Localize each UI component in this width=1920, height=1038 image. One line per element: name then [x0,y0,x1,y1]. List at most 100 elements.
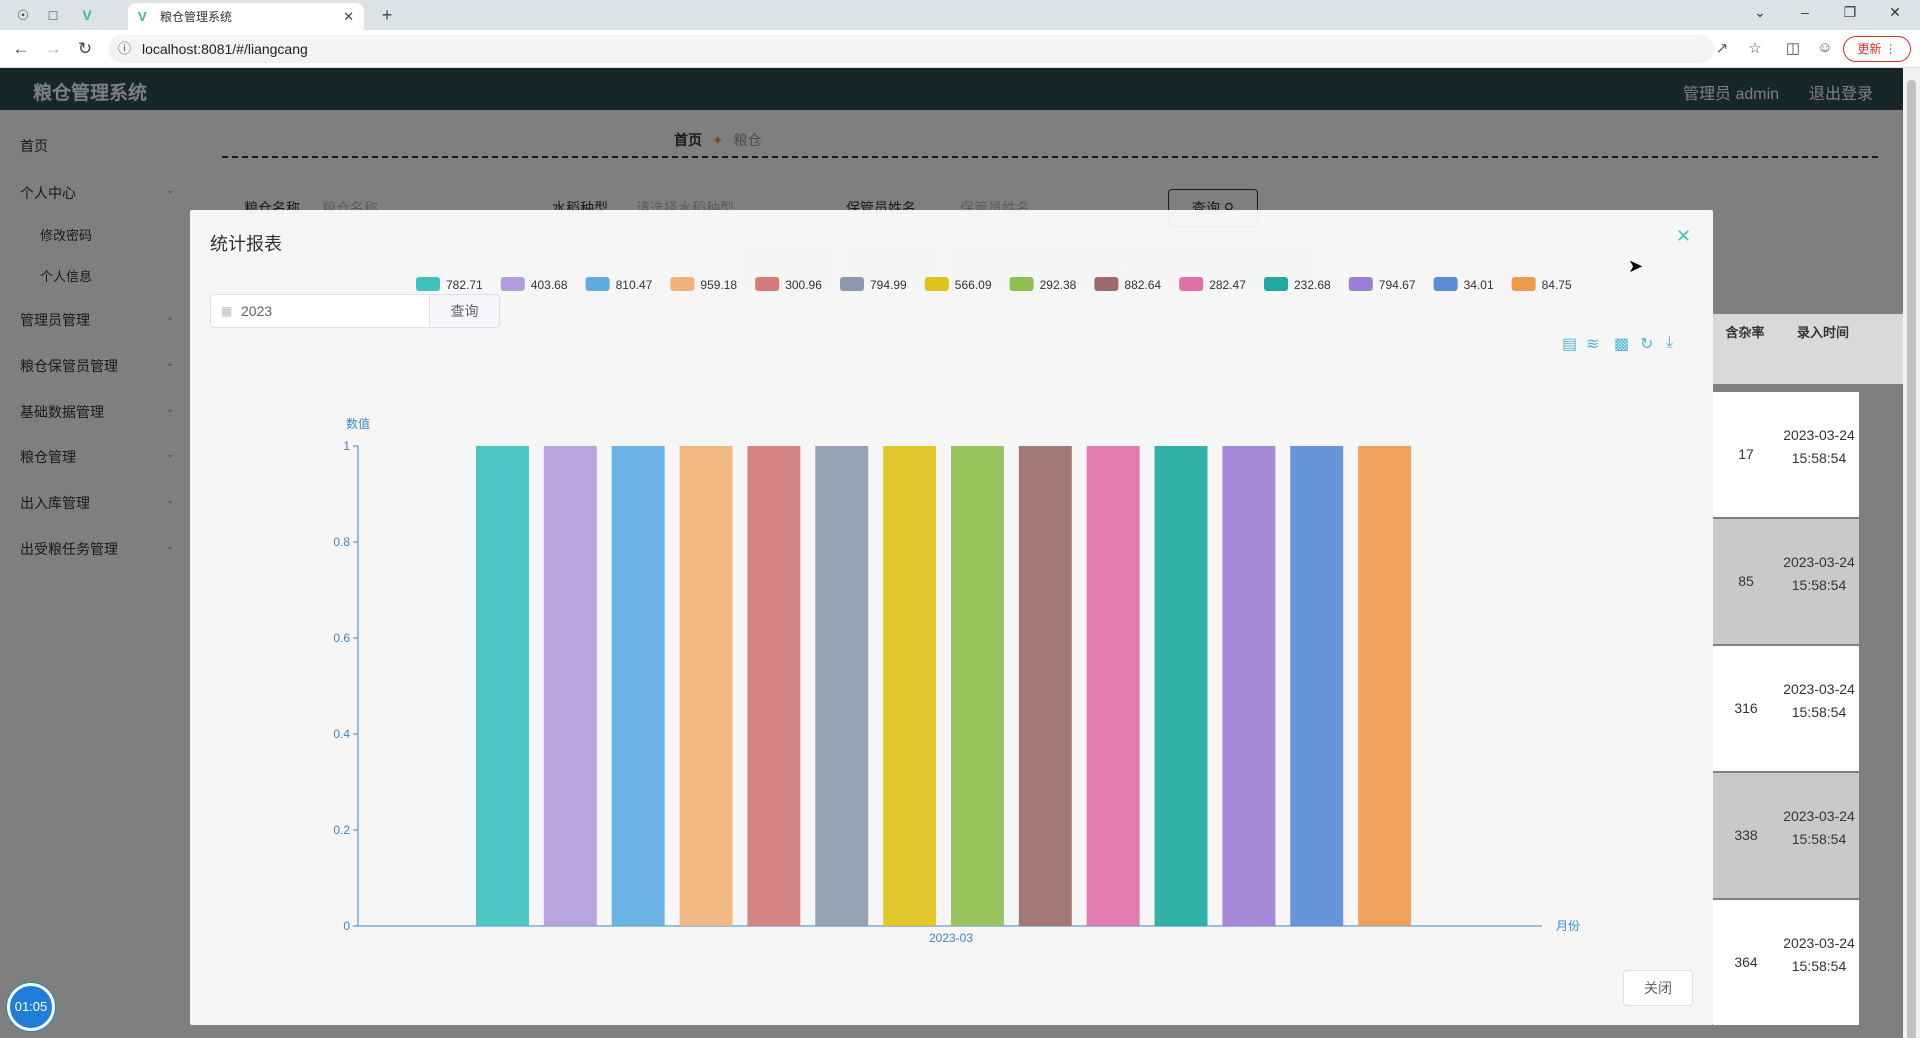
legend-swatch [1348,277,1373,291]
legend-label: 232.68 [1294,278,1331,292]
legend-swatch [1433,277,1458,291]
bookmark-star-icon[interactable]: ☆ [1745,39,1765,57]
tab-title: 粮仓管理系统 [160,10,233,24]
bar [679,446,733,926]
bar [1154,446,1208,926]
dialog-close-icon[interactable]: ✕ [1676,226,1691,247]
y-tick-label: 0.6 [333,631,350,645]
new-tab-icon[interactable]: + [378,6,396,24]
bar [476,446,529,926]
profile-icon[interactable]: ☺ [1815,39,1835,56]
update-label: 更新 [1857,42,1882,56]
stats-dialog: 统计报表 ✕ ▦ 2023 查询 ▤ ≋ ▩ ↻ ⤓ 782.71 403.68 8… [190,210,1713,1025]
legend-label: 282.47 [1209,278,1246,292]
browser-update-button[interactable]: 更新 ⋮ [1843,36,1911,62]
y-axis-label: 数值 [346,416,370,431]
y-tick-label: 1 [343,439,350,453]
back-icon[interactable]: ← [10,39,32,59]
page-scrollbar[interactable] [1903,68,1920,1038]
dialog-close-button[interactable]: 关闭 [1623,970,1693,1006]
table-row[interactable]: 85 2023-03-24 15:58:54 [1713,519,1859,644]
minimize-icon[interactable]: – [1790,4,1820,20]
bar [747,446,801,926]
legend-label: 959.18 [700,278,737,292]
time-cell: 2023-03-24 15:58:54 [1783,681,1855,720]
table-row[interactable]: 316 2023-03-24 15:58:54 [1713,646,1859,771]
legend-label: 566.09 [955,278,992,292]
tab-search-icon[interactable]: ⌄ [1745,4,1775,21]
time-cell: 2023-03-24 15:58:54 [1783,935,1855,974]
bar [951,446,1004,926]
impurity-cell: 17 [1738,446,1754,462]
window-close-icon[interactable]: ✕ [1880,4,1910,21]
stats-bar-chart: 782.71 403.68 810.47 959.18 300.96 794.99 566.… [333,277,1580,945]
vue-favicon-icon: V [138,8,147,24]
legend-swatch [840,277,864,291]
sidepanel-icon[interactable]: ◫ [1783,39,1803,57]
legend-swatch [1009,277,1034,291]
legend-swatch [1264,277,1288,291]
bar [1018,446,1072,926]
column-header-impurity[interactable]: 含杂率 [1713,322,1777,341]
time-cell: 2023-03-24 15:58:54 [1783,554,1855,593]
time-cell: 2023-03-24 15:58:54 [1783,808,1855,847]
legend-swatch [1179,277,1204,291]
vue-tab-icon[interactable]: V [78,6,96,24]
y-tick-label: 0.8 [333,535,350,549]
legend-swatch [500,277,525,291]
legend-label: 882.64 [1124,278,1161,292]
x-axis-label: 月份 [1556,919,1580,933]
reload-icon[interactable]: ↻ [74,39,96,59]
x-tick-label: 2023-03 [929,931,973,945]
legend-label: 84.75 [1542,278,1572,292]
bar [611,446,665,926]
table-row[interactable]: 338 2023-03-24 15:58:54 [1713,773,1859,898]
dialog-title: 统计报表 [210,234,282,254]
legend-swatch [416,277,440,291]
table-row[interactable]: 364 2023-03-24 15:58:54 [1713,900,1859,1025]
column-header-time[interactable]: 录入时间 [1783,322,1863,341]
browser-tab[interactable]: V 粮仓管理系统 ✕ [128,3,364,30]
url-input[interactable]: ⓘ localhost:8081/#/liangcang [108,35,1714,63]
legend-label: 292.38 [1040,278,1077,292]
legend-swatch [585,277,610,291]
legend-label: 794.99 [870,278,907,292]
forward-icon[interactable]: → [42,39,64,59]
scrollbar-thumb[interactable] [1907,80,1916,1038]
legend-label: 782.71 [446,278,483,292]
share-icon[interactable]: ↗ [1712,39,1732,57]
legend-label: 794.67 [1379,278,1416,292]
legend-label: 300.96 [785,278,822,292]
bar [1358,446,1412,926]
impurity-cell: 316 [1734,700,1758,716]
bar [1086,446,1140,926]
y-tick-label: 0 [343,919,350,933]
blank-tab-icon[interactable]: □ [44,6,62,24]
legend-label: 810.47 [616,278,653,292]
browser-icon: ☉ [16,7,30,23]
legend-label: 34.01 [1464,278,1494,292]
bar [1222,446,1276,926]
legend-swatch [755,277,780,291]
table-row[interactable]: 17 2023-03-24 15:58:54 [1713,392,1859,517]
bar [883,446,937,926]
y-tick-label: 0.2 [333,823,350,837]
impurity-cell: 338 [1734,827,1758,843]
legend-swatch [1094,277,1119,291]
legend-label: 403.68 [531,278,568,292]
impurity-cell: 85 [1738,573,1754,589]
time-cell: 2023-03-24 15:58:54 [1783,427,1855,466]
site-info-icon[interactable]: ⓘ [118,35,131,63]
bar [1290,446,1344,926]
timer-badge[interactable]: 01:05 [7,983,55,1031]
impurity-cell: 364 [1734,954,1758,970]
bar [815,446,869,926]
legend-swatch [924,277,949,291]
y-tick-label: 0.4 [333,727,350,741]
legend-swatch [1511,277,1536,291]
browser-tabbar: ☉ □ V V 粮仓管理系统 ✕ + ⌄ – ❐ ✕ [0,0,1920,30]
restore-icon[interactable]: ❐ [1835,4,1865,21]
close-tab-icon[interactable]: ✕ [343,9,354,25]
bar [543,446,597,926]
browser-addressbar: ← → ↻ ⓘ localhost:8081/#/liangcang ↗ ☆ ◫… [0,30,1920,68]
